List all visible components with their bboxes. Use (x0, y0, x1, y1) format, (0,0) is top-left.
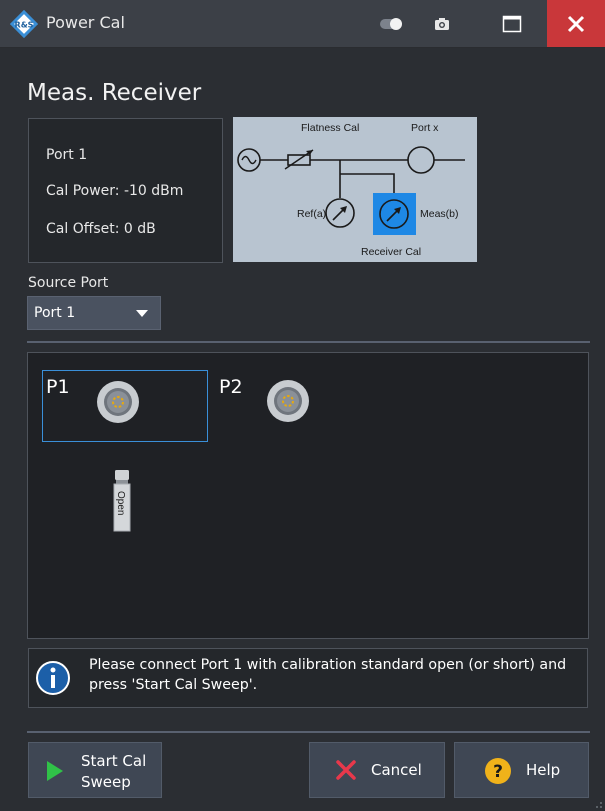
divider (27, 341, 590, 343)
help-button[interactable]: ? Help (454, 742, 589, 798)
toggle-button[interactable] (370, 0, 414, 47)
port-x-label: Port x (411, 122, 439, 134)
source-port-label: Source Port (28, 275, 109, 291)
play-icon (47, 761, 63, 781)
camera-icon (435, 17, 449, 30)
chevron-down-icon (136, 310, 148, 317)
cancel-x-icon (336, 760, 356, 780)
help-label: Help (526, 761, 561, 779)
port-p2-label: P2 (219, 376, 243, 398)
info-icon (36, 661, 70, 695)
cancel-label: Cancel (371, 761, 422, 779)
flatness-cal-label: Flatness Cal (301, 122, 359, 134)
ref-label: Ref(a) (297, 208, 326, 220)
cal-offset-text: Cal Offset: 0 dB (46, 221, 156, 237)
source-port-dropdown[interactable]: Port 1 (27, 296, 161, 330)
divider (27, 731, 590, 733)
source-port-value: Port 1 (34, 305, 76, 321)
close-icon (567, 15, 585, 32)
open-standard-label: Open (115, 491, 126, 515)
port-p2-connector-icon[interactable] (266, 379, 310, 423)
port-connection-panel: P1 P2 Open (27, 352, 589, 639)
start-cal-sweep-button[interactable]: Start Cal Sweep (28, 742, 162, 798)
instruction-text: Please connect Port 1 with calibration s… (89, 657, 567, 693)
close-button[interactable] (547, 0, 605, 47)
meas-label: Meas(b) (420, 208, 459, 220)
receiver-cal-label: Receiver Cal (361, 246, 421, 258)
port-p1-label: P1 (46, 376, 70, 398)
cal-info-panel: Port 1 Cal Power: -10 dBm Cal Offset: 0 … (28, 118, 223, 263)
help-icon: ? (485, 758, 511, 784)
resize-grip-icon[interactable] (593, 799, 603, 809)
window-title: Power Cal (46, 13, 125, 32)
page-title: Meas. Receiver (27, 80, 202, 106)
rohde-schwarz-logo-icon: R&S (10, 10, 38, 38)
cal-power-text: Cal Power: -10 dBm (46, 183, 184, 199)
maximize-icon (502, 15, 522, 32)
instruction-message: Please connect Port 1 with calibration s… (28, 648, 588, 708)
port-text: Port 1 (46, 147, 88, 163)
start-cal-sweep-label: Start Cal Sweep (81, 752, 147, 791)
toggle-icon (380, 17, 402, 30)
open-standard-icon: Open (113, 470, 131, 532)
svg-text:R&S: R&S (15, 21, 34, 30)
maximize-button[interactable] (490, 0, 534, 47)
svg-text:?: ? (493, 762, 503, 782)
port-p1-connector-icon[interactable] (96, 380, 140, 424)
title-bar: R&S Power Cal (0, 0, 605, 48)
cancel-button[interactable]: Cancel (309, 742, 445, 798)
screenshot-button[interactable] (420, 0, 464, 47)
receiver-cal-schematic: Flatness Cal Port x Ref(a) Meas(b) Recei… (233, 117, 477, 262)
